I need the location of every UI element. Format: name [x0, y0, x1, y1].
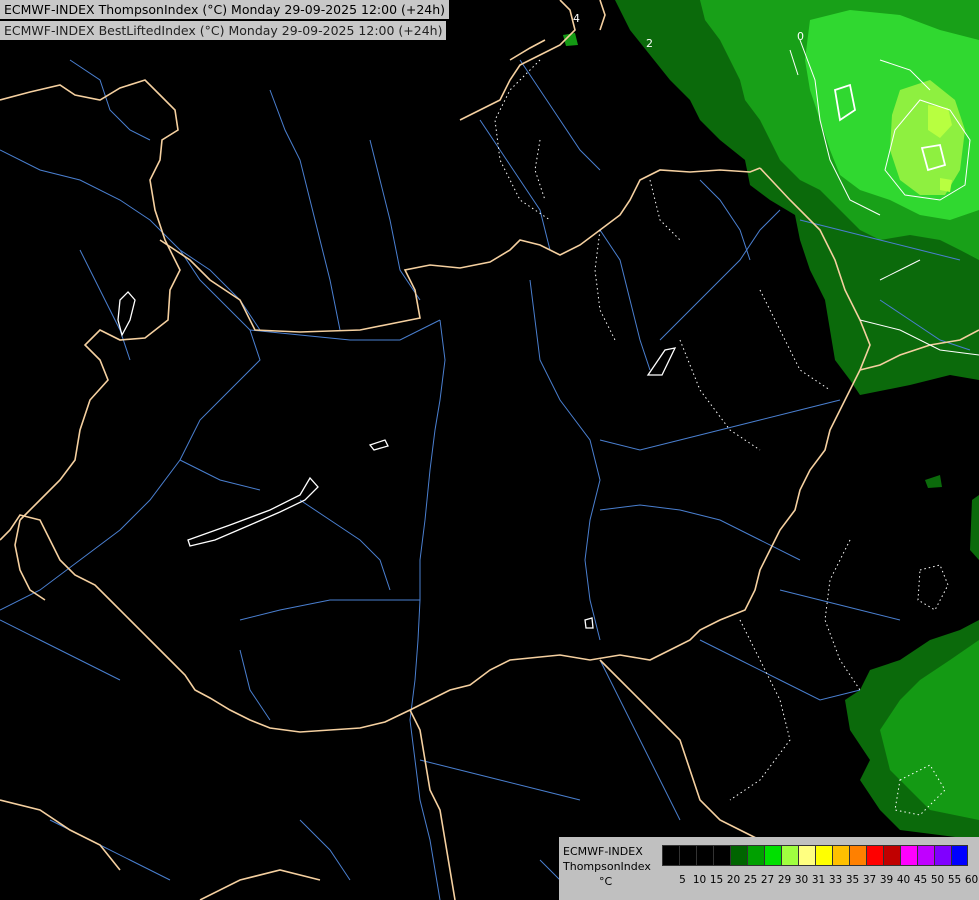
legend-swatch-7 — [781, 845, 798, 866]
shading-small-east — [925, 475, 942, 488]
lake-small-3 — [646, 347, 677, 376]
legend-swatch-17 — [951, 845, 968, 866]
weather-map-view: 4 2 0 ECMWF-INDEX ThompsonIndex (°C) Mon… — [0, 0, 979, 900]
map-canvas: 4 2 0 — [0, 0, 979, 900]
legend-index-name: ThompsonIndex — [563, 860, 651, 873]
legend-ticks: 5 10 15 20 25 27 29 30 31 33 35 37 39 40 45 50 55 60 — [674, 874, 979, 886]
legend-tick-25: 25 — [743, 874, 758, 886]
legend-swatch-2 — [696, 845, 713, 866]
legend-swatch-6 — [764, 845, 781, 866]
legend-tick-55: 55 — [947, 874, 962, 886]
contour-label-2: 2 — [646, 37, 653, 50]
color-legend: ECMWF-INDEX ThompsonIndex °C 5 10 15 20 25 27… — [559, 837, 979, 900]
legend-unit: °C — [599, 875, 613, 888]
contour-label-4: 4 — [573, 12, 580, 25]
legend-swatch-3 — [713, 845, 730, 866]
legend-tick-40: 40 — [896, 874, 911, 886]
legend-tick-33: 33 — [828, 874, 843, 886]
legend-tick-37: 37 — [862, 874, 877, 886]
legend-swatch-13 — [883, 845, 900, 866]
legend-tick-5: 5 — [679, 874, 686, 886]
index-shading — [563, 0, 979, 840]
legend-swatches — [662, 845, 968, 866]
legend-tick-31: 31 — [811, 874, 826, 886]
legend-tick-30: 30 — [794, 874, 809, 886]
legend-tick-39: 39 — [879, 874, 894, 886]
legend-swatch-1 — [679, 845, 696, 866]
lake-small-1 — [368, 439, 389, 451]
shading-right-edge — [970, 495, 979, 560]
lakes — [117, 291, 677, 629]
legend-swatch-4 — [730, 845, 747, 866]
legend-tick-20: 20 — [726, 874, 741, 886]
lake-small-4 — [584, 617, 594, 629]
legend-swatch-14 — [900, 845, 917, 866]
legend-model: ECMWF-INDEX — [563, 845, 643, 858]
legend-tick-35: 35 — [845, 874, 860, 886]
legend-swatch-9 — [815, 845, 832, 866]
contour-label-0: 0 — [797, 30, 804, 43]
legend-tick-15: 15 — [709, 874, 724, 886]
lake-small-2 — [117, 291, 136, 337]
legend-swatch-10 — [832, 845, 849, 866]
legend-tick-60: 60 — [964, 874, 979, 886]
legend-swatch-8 — [798, 845, 815, 866]
legend-tick-50: 50 — [930, 874, 945, 886]
legend-tick-29: 29 — [777, 874, 792, 886]
legend-swatch-16 — [934, 845, 951, 866]
legend-swatch-5 — [747, 845, 764, 866]
legend-swatch-15 — [917, 845, 934, 866]
shading-30-31-spot — [940, 178, 952, 192]
legend-swatch-0 — [662, 845, 679, 866]
legend-swatch-12 — [866, 845, 883, 866]
map-title-primary: ECMWF-INDEX ThompsonIndex (°C) Monday 29… — [0, 0, 450, 19]
legend-tick-27: 27 — [760, 874, 775, 886]
legend-tick-45: 45 — [913, 874, 928, 886]
legend-tick-10: 10 — [692, 874, 707, 886]
legend-swatch-11 — [849, 845, 866, 866]
map-title-secondary: ECMWF-INDEX BestLiftedIndex (°C) Monday … — [0, 21, 447, 40]
